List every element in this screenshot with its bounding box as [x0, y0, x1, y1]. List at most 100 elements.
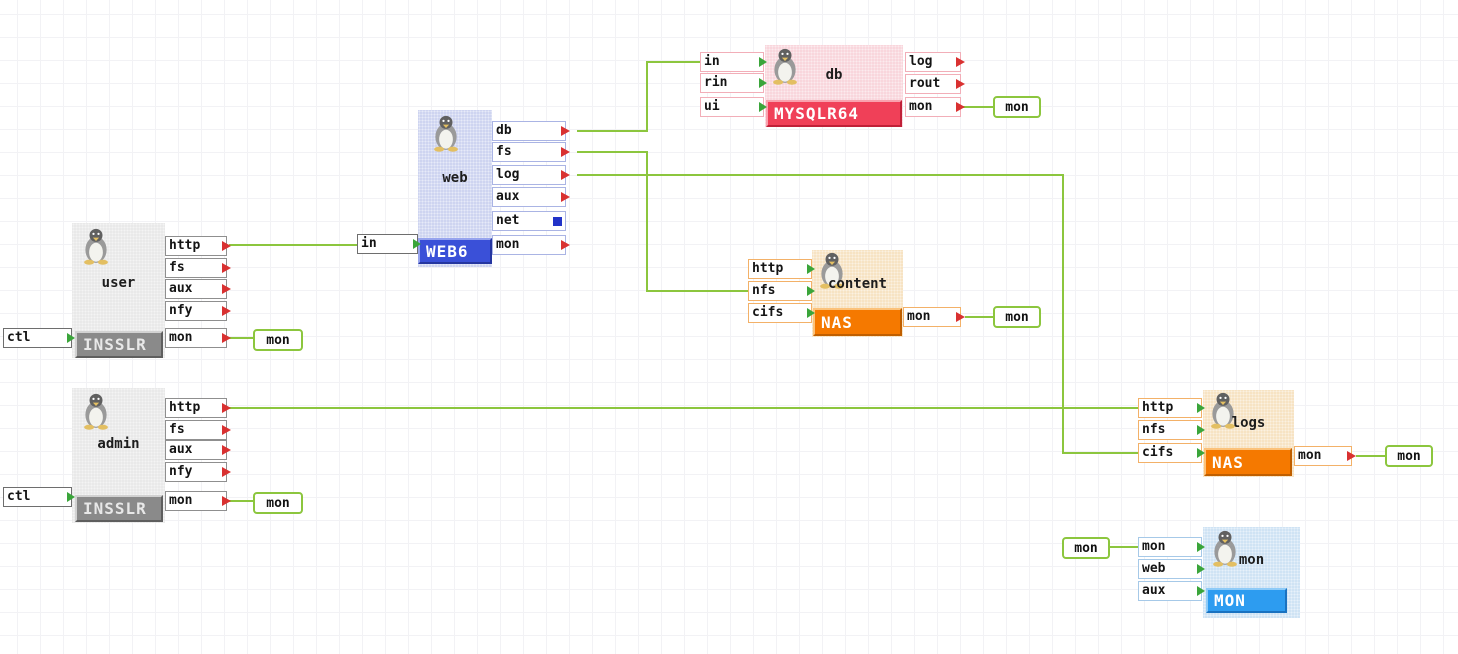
- port-web-fs[interactable]: fs: [492, 142, 570, 162]
- port-logs-mon[interactable]: mon: [1294, 446, 1356, 466]
- port-label: mon: [907, 309, 931, 324]
- output-arrow-icon: [222, 445, 231, 455]
- node-mon-badge[interactable]: MON: [1206, 588, 1287, 613]
- output-arrow-icon: [561, 147, 570, 157]
- port-web-log[interactable]: log: [492, 165, 570, 185]
- wire-admin-mon-to-terminal[interactable]: [229, 500, 253, 502]
- port-mon-web[interactable]: web: [1138, 559, 1205, 579]
- terminal-db-mon[interactable]: mon: [993, 96, 1041, 118]
- terminal-mon-in[interactable]: mon: [1062, 537, 1110, 559]
- port-logs-cifs[interactable]: cifs: [1138, 443, 1205, 463]
- port-web-net[interactable]: net: [492, 211, 566, 231]
- port-user-ctl[interactable]: ctl: [3, 328, 75, 348]
- port-mon-aux[interactable]: aux: [1138, 581, 1205, 601]
- wire-terminal-to-mon-mon[interactable]: [1110, 546, 1138, 548]
- port-user-aux[interactable]: aux: [165, 279, 231, 299]
- wire-web-log-to-logs-cifs-seg2[interactable]: [1062, 174, 1064, 454]
- input-arrow-icon: [1197, 542, 1205, 552]
- output-arrow-icon: [222, 333, 231, 343]
- input-arrow-icon: [759, 102, 767, 112]
- port-user-mon[interactable]: mon: [165, 328, 231, 348]
- port-label: fs: [169, 260, 185, 275]
- port-label: aux: [1142, 583, 1166, 598]
- port-web-aux[interactable]: aux: [492, 187, 570, 207]
- port-label: rout: [909, 76, 941, 91]
- port-content-http[interactable]: http: [748, 259, 815, 279]
- terminal-content-mon[interactable]: mon: [993, 306, 1041, 328]
- port-logs-nfs[interactable]: nfs: [1138, 420, 1205, 440]
- port-db-rin[interactable]: rin: [700, 73, 767, 93]
- port-web-in[interactable]: in: [357, 234, 421, 254]
- port-db-in[interactable]: in: [700, 52, 767, 72]
- port-web-mon[interactable]: mon: [492, 235, 570, 255]
- terminal-admin-mon[interactable]: mon: [253, 492, 303, 514]
- port-admin-nfy[interactable]: nfy: [165, 462, 231, 482]
- node-db-badge[interactable]: MYSQLR64: [766, 100, 902, 127]
- wire-web-db-to-db-in-seg1[interactable]: [577, 130, 648, 132]
- wire-db-mon-to-terminal[interactable]: [963, 106, 993, 108]
- port-label: cifs: [752, 305, 784, 320]
- port-label: ctl: [7, 330, 31, 345]
- diagram-canvas[interactable]: user INSSLR ctl http fs aux nfy mon mon: [0, 0, 1458, 654]
- wire-content-mon-to-terminal[interactable]: [965, 316, 993, 318]
- wire-web-log-to-logs-cifs-seg1[interactable]: [577, 174, 1064, 176]
- wire-web-fs-to-content-nfs-seg3[interactable]: [646, 290, 748, 292]
- port-db-mon[interactable]: mon: [905, 97, 965, 117]
- output-arrow-icon: [222, 467, 231, 477]
- output-arrow-icon: [561, 192, 570, 202]
- wire-web-db-to-db-in-seg2[interactable]: [646, 61, 648, 132]
- port-content-cifs[interactable]: cifs: [748, 303, 815, 323]
- port-label: http: [1142, 400, 1174, 415]
- port-admin-ctl[interactable]: ctl: [3, 487, 75, 507]
- port-label: mon: [1298, 448, 1322, 463]
- port-db-ui[interactable]: ui: [700, 97, 767, 117]
- port-logs-http[interactable]: http: [1138, 398, 1205, 418]
- port-admin-fs[interactable]: fs: [165, 420, 231, 440]
- node-admin-badge[interactable]: INSSLR: [75, 495, 163, 522]
- port-content-mon[interactable]: mon: [903, 307, 965, 327]
- node-content-badge[interactable]: NAS: [813, 308, 902, 336]
- node-user-title: user: [101, 275, 136, 291]
- port-label: mon: [169, 493, 193, 508]
- port-label: aux: [169, 281, 193, 296]
- port-user-http[interactable]: http: [165, 236, 231, 256]
- output-arrow-icon: [561, 240, 570, 250]
- output-arrow-icon: [956, 57, 965, 67]
- node-web-title: web: [442, 170, 468, 186]
- wire-web-db-to-db-in-seg3[interactable]: [646, 61, 700, 63]
- terminal-logs-mon[interactable]: mon: [1385, 445, 1433, 467]
- node-logs-badge[interactable]: NAS: [1204, 448, 1292, 476]
- output-arrow-icon: [222, 306, 231, 316]
- output-arrow-icon: [561, 126, 570, 136]
- port-user-nfy[interactable]: nfy: [165, 301, 231, 321]
- port-label: web: [1142, 561, 1166, 576]
- input-arrow-icon: [759, 78, 767, 88]
- port-user-fs[interactable]: fs: [165, 258, 231, 278]
- port-web-db[interactable]: db: [492, 121, 570, 141]
- output-arrow-icon: [956, 312, 965, 322]
- wire-web-fs-to-content-nfs-seg1[interactable]: [577, 151, 648, 153]
- input-arrow-icon: [1197, 425, 1205, 435]
- node-user-badge[interactable]: INSSLR: [75, 331, 163, 358]
- terminal-user-mon[interactable]: mon: [253, 329, 303, 351]
- output-arrow-icon: [561, 170, 570, 180]
- port-admin-http[interactable]: http: [165, 398, 231, 418]
- net-square-icon: [553, 216, 562, 226]
- wire-admin-http-to-logs-http[interactable]: [229, 407, 1138, 409]
- port-label: ctl: [7, 489, 31, 504]
- wire-logs-mon-to-terminal[interactable]: [1356, 455, 1385, 457]
- node-web-badge[interactable]: WEB6: [418, 238, 492, 264]
- wire-web-log-to-logs-cifs-seg3[interactable]: [1062, 452, 1138, 454]
- port-mon-mon[interactable]: mon: [1138, 537, 1205, 557]
- port-admin-aux[interactable]: aux: [165, 440, 231, 460]
- node-admin-title: admin: [97, 436, 140, 452]
- port-content-nfs[interactable]: nfs: [748, 281, 815, 301]
- wire-web-fs-to-content-nfs-seg2[interactable]: [646, 151, 648, 292]
- port-db-log[interactable]: log: [905, 52, 965, 72]
- wire-user-mon-to-terminal[interactable]: [229, 337, 253, 339]
- port-db-rout[interactable]: rout: [905, 74, 965, 94]
- wire-user-http-to-web-in[interactable]: [229, 244, 357, 246]
- port-label: nfs: [752, 283, 776, 298]
- output-arrow-icon: [956, 79, 965, 89]
- port-admin-mon[interactable]: mon: [165, 491, 231, 511]
